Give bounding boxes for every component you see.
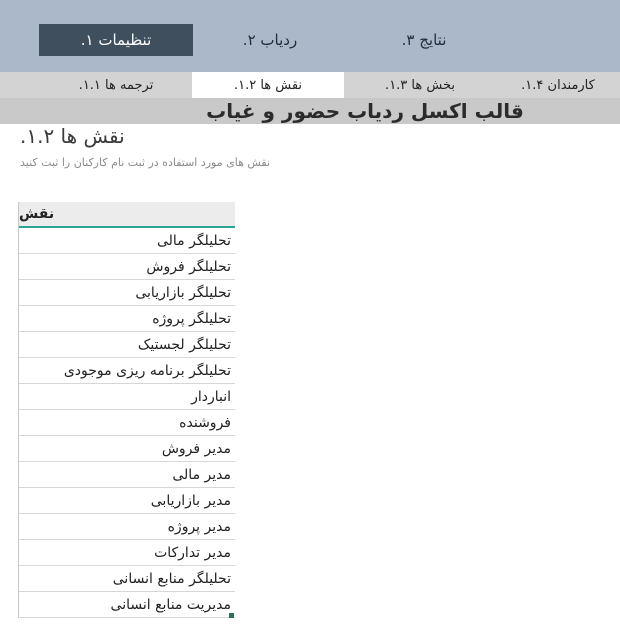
- table-row[interactable]: تحلیلگر بازاریابی: [19, 280, 235, 306]
- table-row[interactable]: فروشنده: [19, 410, 235, 436]
- table-row[interactable]: تحلیلگر مالی: [19, 228, 235, 254]
- roles-table: نقش تحلیلگر مالی تحلیلگر فروش تحلیلگر با…: [18, 202, 235, 618]
- table-row[interactable]: مدیریت منابع انسانی: [19, 592, 235, 618]
- table-row[interactable]: مدیر بازاریابی: [19, 488, 235, 514]
- table-resize-handle[interactable]: [229, 613, 234, 618]
- table-row[interactable]: مدیر فروش: [19, 436, 235, 462]
- table-row[interactable]: تحلیلگر منابع انسانی: [19, 566, 235, 592]
- table-row[interactable]: تحلیلگر لجستیک: [19, 332, 235, 358]
- top-navigation: تنظیمات ۱. ردیاب ۲. نتایج ۳.: [0, 0, 620, 72]
- section-subtitle: نقش های مورد استفاده در ثبت نام کارکنان …: [20, 156, 271, 169]
- table-row[interactable]: مدیر مالی: [19, 462, 235, 488]
- roles-table-header[interactable]: نقش: [19, 202, 235, 228]
- tab-results[interactable]: نتایج ۳.: [347, 24, 501, 56]
- tab-tracker[interactable]: ردیاب ۲.: [193, 24, 347, 56]
- sub-navigation: ترجمه ها ۱.۱. نقش ها ۱.۲. بخش ها ۱.۳. کا…: [0, 72, 620, 98]
- section-title: نقش ها ۱.۲.: [20, 124, 125, 148]
- page-banner-title: قالب اکسل ردیاب حضور و غیاب: [0, 98, 620, 124]
- table-row[interactable]: انباردار: [19, 384, 235, 410]
- table-row[interactable]: مدیر پروژه: [19, 514, 235, 540]
- table-row[interactable]: تحلیلگر پروژه: [19, 306, 235, 332]
- table-row[interactable]: تحلیلگر برنامه ریزی موجودی: [19, 358, 235, 384]
- table-row[interactable]: مدیر تدارکات: [19, 540, 235, 566]
- subtab-departments[interactable]: بخش ها ۱.۳.: [344, 72, 496, 98]
- subtab-employees[interactable]: کارمندان ۱.۴.: [496, 72, 620, 98]
- tab-settings[interactable]: تنظیمات ۱.: [39, 24, 193, 56]
- subtab-roles[interactable]: نقش ها ۱.۲.: [192, 72, 344, 98]
- table-row[interactable]: تحلیلگر فروش: [19, 254, 235, 280]
- subtab-translations[interactable]: ترجمه ها ۱.۱.: [40, 72, 192, 98]
